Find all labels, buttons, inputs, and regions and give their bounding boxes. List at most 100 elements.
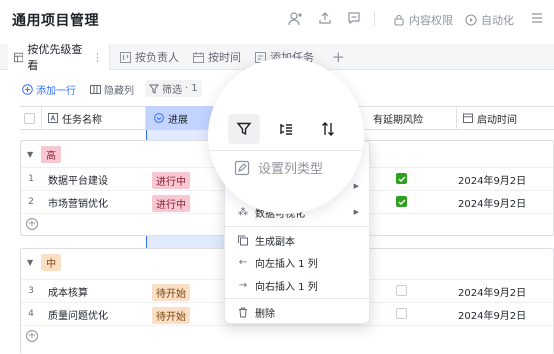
row-number: 3	[28, 286, 34, 296]
group-column-button[interactable]	[270, 114, 302, 144]
plus-icon: +	[332, 48, 345, 66]
add-view-button[interactable]: +	[326, 44, 351, 70]
select-all-cell[interactable]	[20, 107, 42, 129]
add-row-button[interactable]: 添加一行	[22, 82, 76, 97]
arrow-right-icon: →	[238, 279, 248, 291]
row-number: 4	[28, 309, 34, 319]
start-date-cell[interactable]: 2024年9月2日	[458, 168, 526, 190]
automation-label: 自动化	[481, 14, 514, 27]
plus-circle-icon[interactable]: +	[26, 218, 38, 230]
kanban-icon	[120, 51, 131, 63]
play-circle-icon	[465, 14, 477, 26]
hide-columns-button[interactable]: 隐藏列	[90, 82, 134, 97]
menu-item-label: 删除	[255, 308, 275, 320]
column-label: 任务名称	[62, 114, 102, 126]
hide-columns-label: 隐藏列	[104, 86, 134, 97]
filter-icon	[236, 122, 252, 136]
menu-item-insert-left[interactable]: ← 向左插入 1 列	[225, 251, 371, 273]
sort-column-button[interactable]	[312, 114, 344, 144]
toolbar-divider	[374, 12, 375, 26]
priority-tag: 高	[41, 145, 62, 163]
collaborator-icon[interactable]	[287, 11, 303, 32]
filter-button[interactable]: 筛选 · 1	[145, 80, 202, 97]
row-number: 1	[28, 174, 34, 184]
calendar-icon	[193, 51, 204, 63]
select-all-checkbox[interactable]	[24, 112, 35, 124]
status-tag[interactable]: 进行中	[152, 172, 190, 189]
permission-label: 内容权限	[409, 14, 453, 27]
start-date-cell[interactable]: 2024年9月2日	[458, 303, 526, 325]
menu-item-label: 向右插入 1 列	[255, 281, 318, 293]
collapse-caret-icon[interactable]: ▼	[27, 258, 33, 267]
status-tag[interactable]: 待开始	[152, 284, 190, 301]
priority-tag: 中	[41, 253, 62, 271]
edit-pen-icon	[234, 160, 250, 175]
submenu-arrow-icon: ▶	[353, 182, 359, 190]
sparkle-icon: ⁂	[238, 206, 248, 218]
menu-item-delete[interactable]: 删除	[225, 301, 371, 323]
column-label: 有延期风险	[373, 114, 423, 126]
single-select-icon	[154, 113, 164, 123]
title-bar: 通用项目管理 内容权限 自动化	[0, 0, 554, 40]
add-row-label: 添加一行	[36, 86, 76, 97]
plus-circle-icon[interactable]: +	[26, 330, 38, 342]
tab-label: 按时间	[208, 51, 241, 64]
text-field-icon	[48, 113, 58, 123]
tab-label: 按负责人	[135, 51, 179, 64]
risk-checkbox[interactable]	[396, 308, 407, 319]
filter-separator: ·	[185, 83, 189, 94]
menu-item-label: 向左插入 1 列	[255, 258, 318, 270]
task-name-cell[interactable]: 市场营销优化	[48, 191, 108, 213]
menu-item-insert-right[interactable]: → 向右插入 1 列	[225, 274, 371, 296]
column-header-delay-risk[interactable]: 有延期风险	[367, 107, 457, 129]
filter-icon	[149, 84, 159, 94]
check-icon	[398, 176, 405, 182]
filter-count: 1	[191, 83, 198, 94]
share-icon[interactable]	[318, 11, 332, 30]
risk-checkbox[interactable]	[396, 285, 407, 296]
start-date-cell[interactable]: 2024年9月2日	[458, 191, 526, 213]
tab-owner-view[interactable]: 按负责人	[114, 44, 185, 70]
column-header-task-name[interactable]: 任务名称	[42, 107, 146, 129]
tab-options-icon[interactable]: ⋮	[92, 51, 103, 64]
menu-item-duplicate[interactable]: 生成副本	[225, 229, 371, 251]
status-tag[interactable]: 进行中	[152, 195, 190, 212]
lock-icon	[394, 14, 404, 26]
plus-circle-icon	[22, 84, 33, 95]
menu-item-set-column-type[interactable]: 设置列类型	[234, 158, 323, 177]
comment-icon[interactable]	[347, 11, 361, 30]
row-number: 2	[28, 197, 34, 207]
filter-label: 筛选	[162, 85, 182, 96]
automation-button[interactable]: 自动化	[465, 12, 514, 28]
filter-column-button[interactable]	[228, 114, 260, 144]
risk-checkbox[interactable]	[396, 173, 407, 184]
collapse-caret-icon[interactable]: ▼	[27, 150, 33, 159]
zoom-callout: 设置列类型	[208, 58, 364, 214]
menu-divider	[208, 150, 364, 151]
menu-divider	[225, 298, 371, 299]
menu-item-label: 生成副本	[255, 236, 295, 248]
more-menu-icon[interactable]	[531, 12, 543, 29]
permission-button[interactable]: 内容权限	[393, 12, 453, 28]
page-title: 通用项目管理	[12, 13, 99, 29]
sort-icon	[322, 122, 334, 136]
tab-priority-view[interactable]: 按优先级查看 ⋮	[8, 43, 110, 72]
status-tag[interactable]: 待开始	[152, 307, 190, 324]
column-header-start-time[interactable]: 启动时间	[457, 107, 554, 129]
add-row-in-group[interactable]: +	[21, 325, 553, 347]
task-name-cell[interactable]: 成本核算	[48, 280, 88, 302]
start-date-cell[interactable]: 2024年9月2日	[458, 280, 526, 302]
column-label: 启动时间	[477, 114, 517, 126]
arrow-left-icon: ←	[238, 256, 248, 268]
column-label: 进展	[168, 114, 188, 126]
menu-divider	[225, 226, 371, 227]
copy-icon	[238, 235, 248, 245]
tab-time-view[interactable]: 按时间	[187, 44, 247, 70]
menu-item-label: 设置列类型	[258, 162, 324, 177]
submenu-arrow-icon: ▶	[353, 208, 359, 216]
hide-columns-icon	[90, 85, 101, 94]
risk-checkbox[interactable]	[396, 196, 407, 207]
task-name-cell[interactable]: 数据平台建设	[48, 168, 108, 190]
task-name-cell[interactable]: 质量问题优化	[48, 303, 108, 325]
table-icon	[14, 52, 24, 62]
